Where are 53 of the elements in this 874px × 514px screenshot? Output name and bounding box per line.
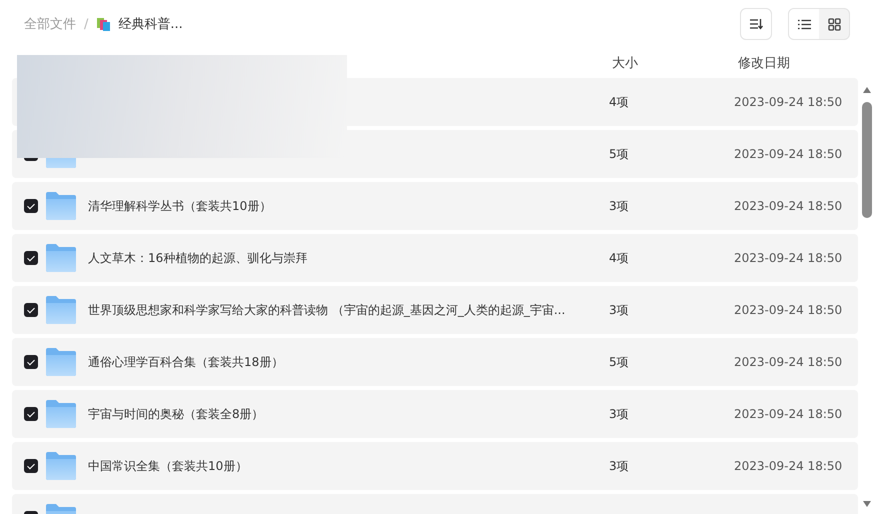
item-count: 3项 [609,198,629,212]
sort-button[interactable] [740,8,772,40]
grid-icon [828,18,840,30]
folder-icon [46,192,76,220]
list-view-button[interactable] [789,9,819,39]
books-icon [96,16,112,32]
checkbox[interactable] [24,251,38,265]
folder-icon [46,400,76,428]
item-count: 5项 [609,146,629,160]
item-count: 3项 [609,406,629,420]
scroll-down-icon[interactable] [862,500,872,508]
folder-icon [46,348,76,376]
scrollbar-thumb[interactable] [862,102,872,218]
file-row[interactable]: 清华理解科学丛书（套装共10册） 3项 2023-09-24 18:50 [12,182,858,230]
checkbox[interactable] [24,459,38,473]
file-name: 人文草木：16种植物的起源、驯化与崇拜 [88,250,308,264]
column-header[interactable]: 修改日期 [738,54,790,72]
scroll-up-icon[interactable] [862,86,872,94]
item-count: 3项 [609,458,629,472]
file-row[interactable]: 通俗心理学百科合集（套装共18册） 5项 2023-09-24 18:50 [12,338,858,386]
checkbox[interactable] [24,303,38,317]
breadcrumb-current: 经典科普... [118,16,183,33]
file-row[interactable]: 世界顶级思想家和科学家写给大家的科普读物 （宇宙的起源_基因之河_人类的起源_宇宙... 3项 2023-09-24 18:50 [12,286,858,334]
file-row[interactable]: 人文草木：16种植物的起源、驯化与崇拜 4项 2023-09-24 18:50 [12,234,858,282]
list-icon [798,18,810,30]
folder-icon [46,296,76,324]
modified-date: 2023-09-24 18:50 [734,147,842,161]
item-count: 5项 [609,354,629,368]
column-header[interactable]: 大小 [588,54,738,72]
file-row[interactable]: 宇宙与时间的奥秘（套装全8册） 3项 2023-09-24 18:50 [12,390,858,438]
file-name: 宇宙与时间的奥秘（套装全8册） [88,406,264,420]
file-name: 中国常识全集（套装共10册） [88,458,248,472]
folder-icon [46,452,76,480]
file-name: 清华理解科学丛书（套装共10册） [88,198,272,212]
folder-icon [46,244,76,272]
file-name: 世界顶级思想家和科学家写给大家的科普读物 （宇宙的起源_基因之河_人类的起源_宇宙... [88,302,566,316]
item-count: 4项 [609,94,629,108]
modified-date: 2023-09-24 18:50 [734,303,842,317]
file-row[interactable]: 中国常识全集（套装共10册） 3项 2023-09-24 18:50 [12,442,858,490]
modified-date: 2023-09-24 18:50 [734,355,842,369]
modified-date: 2023-09-24 18:50 [734,199,842,213]
modified-date: 2023-09-24 18:50 [734,407,842,421]
modified-date: 2023-09-24 18:50 [734,251,842,265]
modified-date: 2023-09-24 18:50 [734,459,842,473]
checkbox[interactable] [24,355,38,369]
breadcrumb-separator: / [84,16,88,32]
checkbox[interactable] [24,199,38,213]
item-count: 4项 [609,250,629,264]
file-name: 通俗心理学百科合集（套装共18册） [88,354,284,368]
item-count: 3项 [609,302,629,316]
modified-date: 2023-09-24 18:50 [734,95,842,109]
sort-icon [749,18,763,30]
checkbox[interactable] [24,407,38,421]
